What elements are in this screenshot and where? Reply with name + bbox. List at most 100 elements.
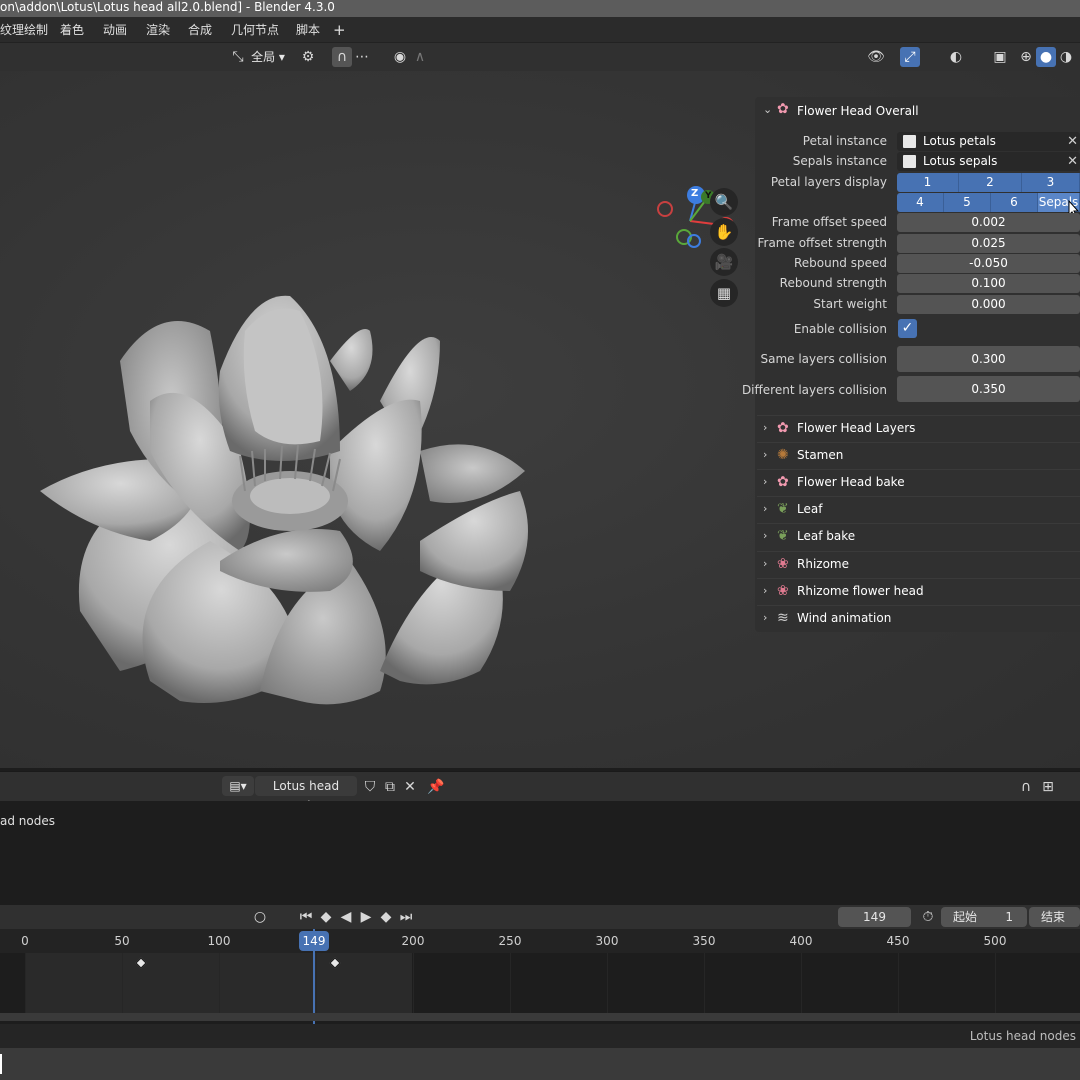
play-icon[interactable]: ▶: [356, 907, 376, 927]
play-reverse-icon[interactable]: ◀: [336, 907, 356, 927]
current-frame-field[interactable]: 149: [838, 907, 911, 927]
frame-end-field[interactable]: 结束: [1029, 907, 1080, 927]
panel-header-rhizome-flower-head[interactable]: › ❀ Rhizome flower head: [757, 578, 1080, 604]
tab-shading[interactable]: 着色: [60, 17, 84, 43]
same-layers-collision-field[interactable]: 0.300: [897, 346, 1080, 372]
rebound-speed-field[interactable]: -0.050: [897, 254, 1080, 273]
tab-animation[interactable]: 动画: [103, 17, 127, 43]
jump-end-icon[interactable]: ⏭: [396, 907, 416, 927]
xray-icon[interactable]: ▣: [990, 47, 1010, 67]
jump-start-icon[interactable]: ⏮: [296, 907, 316, 927]
tab-compositing[interactable]: 合成: [188, 17, 212, 43]
playhead-frame-label[interactable]: 149: [299, 931, 329, 951]
start-weight-field[interactable]: 0.000: [897, 295, 1080, 314]
overlay-icon[interactable]: ◐: [946, 47, 966, 67]
pivot-icon[interactable]: ⚙: [298, 47, 318, 67]
chevron-right-icon: ›: [763, 557, 768, 570]
panel-title: Leaf bake: [797, 529, 856, 543]
duplicate-icon[interactable]: ⧉: [380, 777, 400, 797]
frame-ruler[interactable]: [0, 929, 1080, 953]
fake-user-shield-icon[interactable]: ⛉: [360, 777, 380, 797]
frame-tick-label: 300: [595, 934, 619, 948]
stopwatch-icon[interactable]: ⏱: [918, 907, 938, 927]
node-group-name[interactable]: Lotus head nodes: [255, 776, 357, 813]
falloff-icon[interactable]: ∧: [410, 47, 430, 67]
clear-icon[interactable]: ✕: [1067, 132, 1078, 151]
shading-solid-icon[interactable]: ●: [1036, 47, 1056, 67]
next-keyframe-icon[interactable]: ◆: [376, 907, 396, 927]
horizontal-scrollbar[interactable]: [0, 1013, 1080, 1021]
status-bar: Lotus head nodes: [0, 1024, 1080, 1048]
frame-gridline: [995, 953, 996, 1013]
proportional-icon[interactable]: ◉: [390, 47, 410, 67]
pin-icon[interactable]: 📌: [426, 777, 446, 797]
tab-geometry-nodes[interactable]: 几何节点: [231, 17, 279, 43]
panel-header-flower-head-overall[interactable]: ⌄ ✿ Flower Head Overall: [757, 98, 1080, 124]
leaf-icon: ❦: [777, 501, 789, 517]
rhizome-icon: ❀: [777, 556, 789, 572]
petal-layer-toggle[interactable]: 6: [991, 193, 1038, 212]
panel-header-leaf-bake[interactable]: › ❦ Leaf bake: [757, 523, 1080, 549]
frame-offset-speed-field[interactable]: 0.002: [897, 213, 1080, 232]
snap-icon[interactable]: ∩: [1016, 777, 1036, 797]
prev-keyframe-icon[interactable]: ◆: [316, 907, 336, 927]
sepals-instance-field[interactable]: Lotus sepals ✕: [897, 152, 1080, 171]
collection-icon: [903, 155, 916, 168]
auto-keying-icon[interactable]: ○: [250, 907, 270, 927]
frame-tick-label: 200: [401, 934, 425, 948]
transform-orientation-dropdown[interactable]: 全局 ▾: [248, 47, 288, 67]
petal-layer-toggle[interactable]: 2: [959, 173, 1022, 192]
panel-header-flower-head-layers[interactable]: › ✿ Flower Head Layers: [757, 415, 1080, 441]
camera-icon[interactable]: 🎥: [710, 248, 738, 276]
panel-header-wind-animation[interactable]: › ≋ Wind animation: [757, 605, 1080, 631]
status-text: Lotus head nodes: [969, 1029, 1076, 1043]
pan-hand-icon[interactable]: ✋: [710, 218, 738, 246]
frame-start-label: 起始: [953, 910, 978, 924]
petal-layer-toggle[interactable]: 4: [897, 193, 944, 212]
petal-instance-value: Lotus petals: [923, 134, 996, 148]
snap-target-icon[interactable]: ⊞: [1038, 777, 1058, 797]
snap-target-icon[interactable]: ⋯: [352, 47, 372, 67]
snap-icon[interactable]: ∩: [332, 47, 352, 67]
frame-start-field[interactable]: 起始 1: [941, 907, 1027, 927]
panel-header-rhizome[interactable]: › ❀ Rhizome: [757, 551, 1080, 577]
rebound-strength-label: Rebound strength: [779, 276, 887, 290]
petal-layer-toggle[interactable]: 1: [897, 173, 959, 192]
different-layers-collision-label: Different layers collision: [741, 383, 887, 397]
panel-title: Stamen: [797, 448, 844, 462]
close-icon[interactable]: ✕: [400, 777, 420, 797]
editor-type-dropdown[interactable]: ▤▾: [222, 776, 254, 796]
petal-instance-field[interactable]: Lotus petals ✕: [897, 132, 1080, 151]
timeline-area[interactable]: 149 0 50 100 200 250 300 350 400 450 500: [0, 929, 1080, 1024]
desktop-background: [0, 1048, 1080, 1080]
frame-tick-label: 500: [983, 934, 1007, 948]
shading-wireframe-icon[interactable]: ⊕: [1016, 47, 1036, 67]
tab-texture-paint[interactable]: 纹理绘制: [0, 17, 48, 43]
visibility-icon[interactable]: 👁: [866, 47, 886, 67]
panel-header-stamen[interactable]: › ✺ Stamen: [757, 442, 1080, 468]
gizmo-z-label[interactable]: Z: [691, 188, 698, 199]
petal-layer-toggle[interactable]: 5: [944, 193, 991, 212]
frame-tick-label: 350: [692, 934, 716, 948]
panel-title: Flower Head bake: [797, 475, 905, 489]
grid-perspective-icon[interactable]: ▦: [710, 279, 738, 307]
panel-header-flower-head-bake[interactable]: › ✿ Flower Head bake: [757, 469, 1080, 495]
frame-offset-strength-field[interactable]: 0.025: [897, 234, 1080, 253]
panel-header-leaf[interactable]: › ❦ Leaf: [757, 496, 1080, 522]
enable-collision-checkbox[interactable]: ✓: [898, 319, 917, 338]
shading-material-icon[interactable]: ◑: [1056, 47, 1076, 67]
rebound-strength-field[interactable]: 0.100: [897, 274, 1080, 293]
gizmo-toggle-icon[interactable]: ⤢: [900, 47, 920, 67]
different-layers-collision-field[interactable]: 0.350: [897, 376, 1080, 402]
clear-icon[interactable]: ✕: [1067, 152, 1078, 171]
zoom-icon[interactable]: 🔍: [710, 188, 738, 216]
chevron-right-icon: ›: [763, 584, 768, 597]
frame-offset-speed-label: Frame offset speed: [771, 215, 887, 229]
flower-icon: ✿: [777, 420, 789, 436]
tab-rendering[interactable]: 渲染: [146, 17, 170, 43]
chevron-right-icon: ›: [763, 529, 768, 542]
add-workspace-button[interactable]: +: [333, 17, 346, 43]
petal-layer-toggle[interactable]: 3: [1022, 173, 1080, 192]
tab-scripting[interactable]: 脚本: [296, 17, 320, 43]
node-editor-canvas[interactable]: ad nodes: [0, 801, 1080, 903]
